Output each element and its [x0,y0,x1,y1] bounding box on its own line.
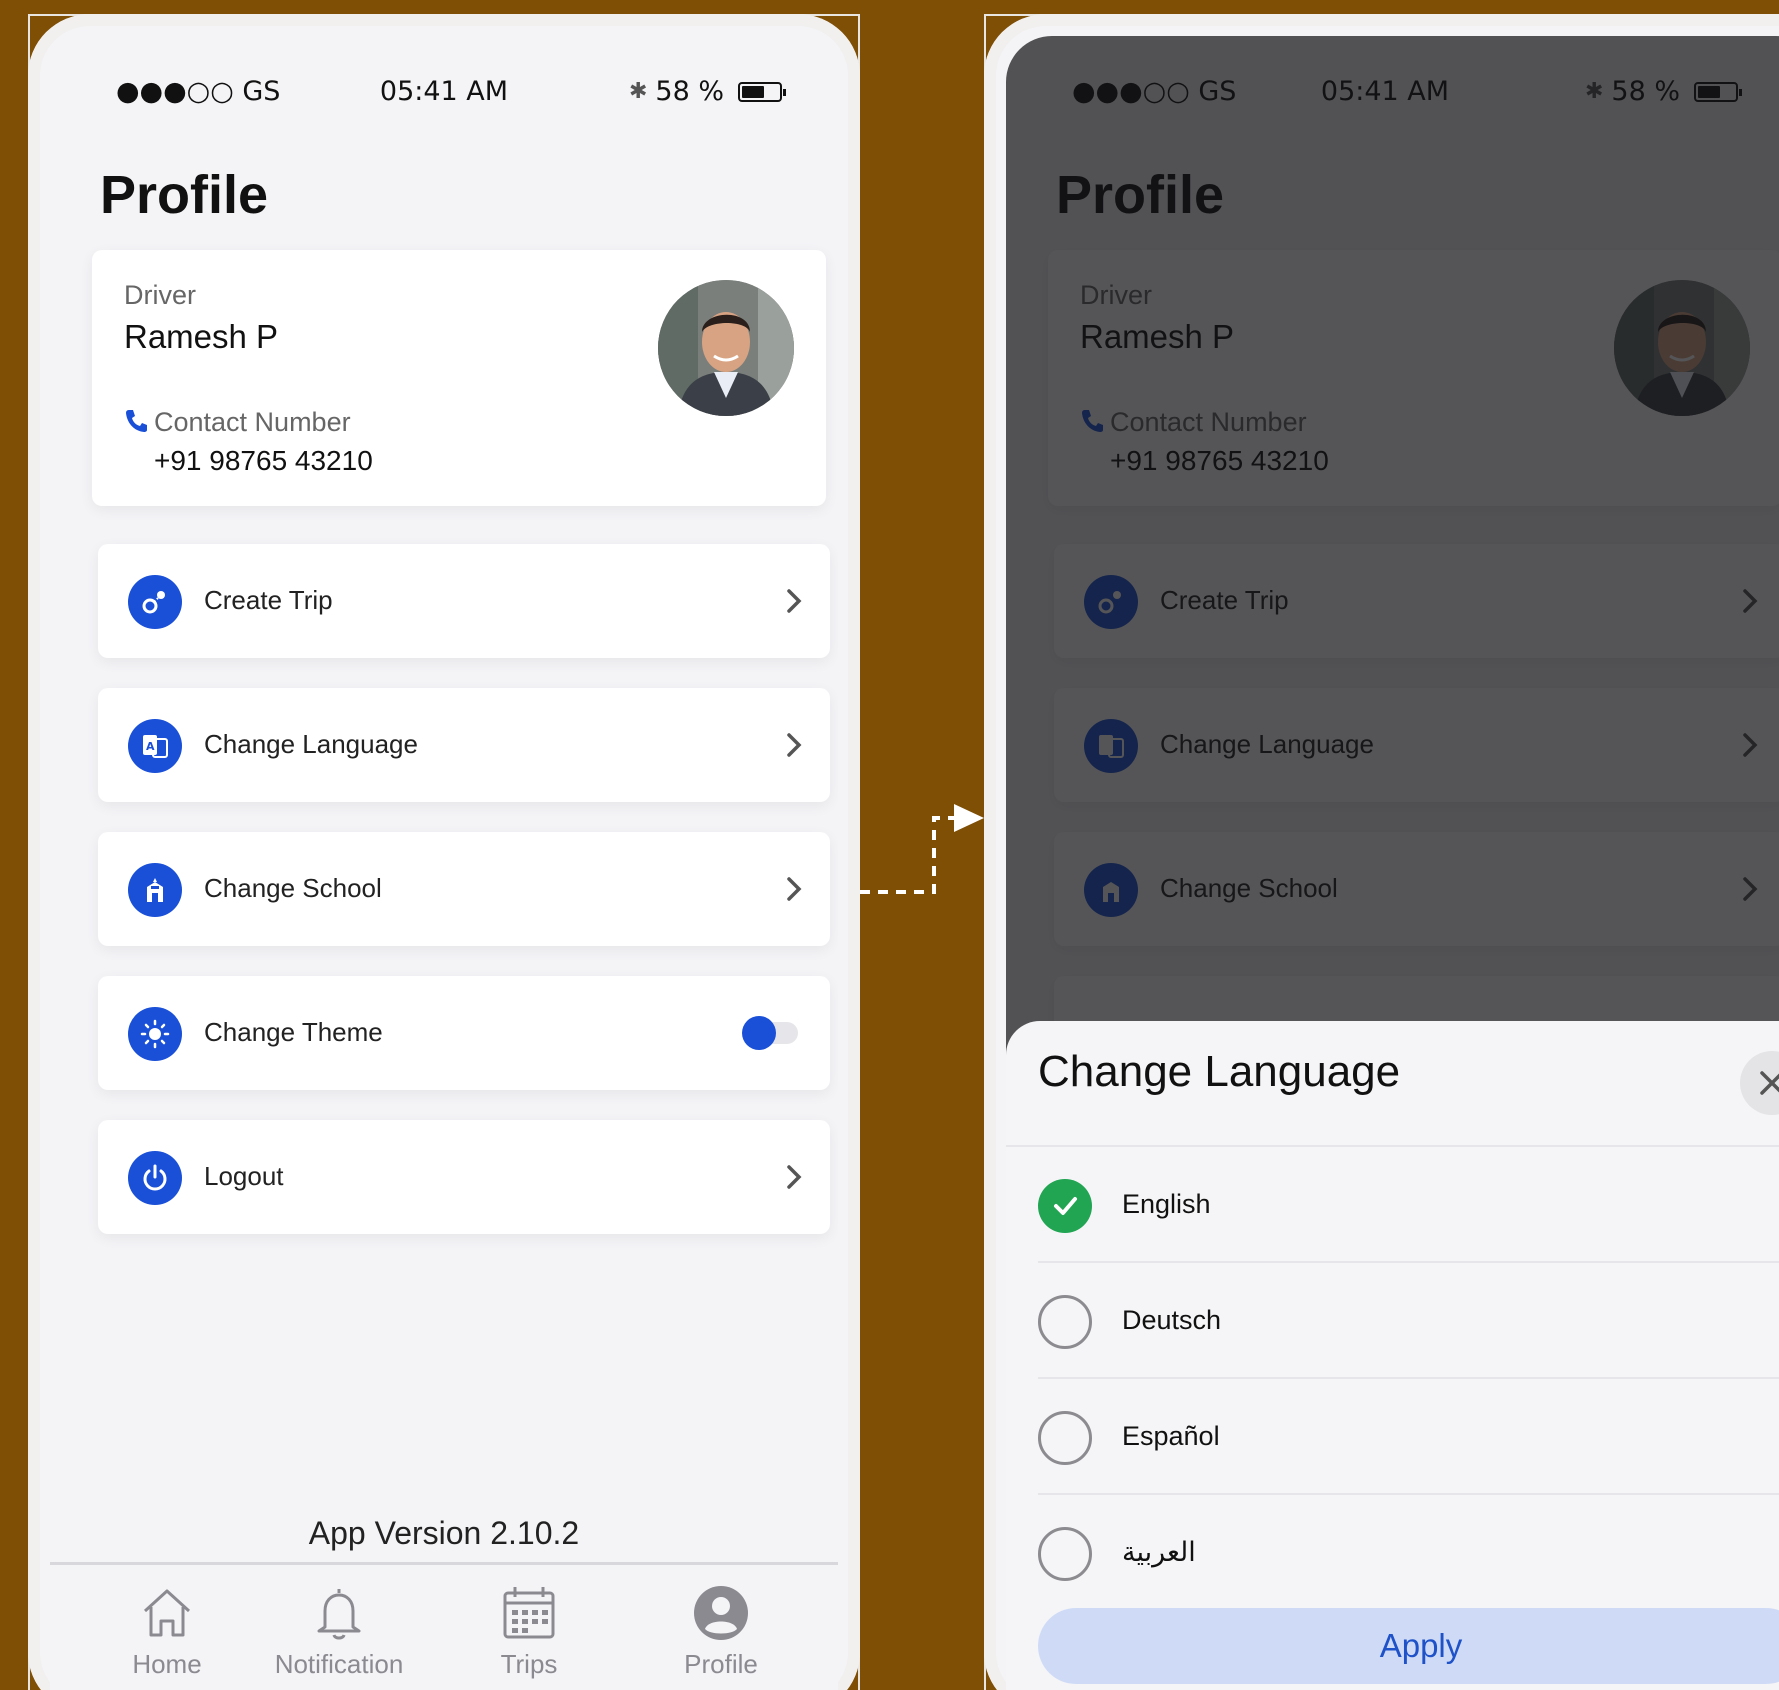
language-label: Español [1122,1421,1220,1451]
language-option-deutsch[interactable]: Deutsch [1038,1263,1779,1379]
screen: ●●●○○ GS 05:41 AM ✱ 58 % Profile Driver … [50,36,838,1690]
contact-value: +91 98765 43210 [154,445,373,476]
power-icon [128,1151,182,1205]
screen: ●●●○○ GS 05:41 AM ✱ 58 % Profile Driver … [1006,36,1779,1690]
sheet-title: Change Language [1038,1047,1401,1096]
profile-name: Ramesh P [124,318,279,355]
language-label: English [1122,1189,1211,1219]
avatar[interactable] [658,280,794,416]
battery-percent: 58 % [655,76,724,107]
tab-notification[interactable]: Notification [254,1583,424,1680]
flow-connector-arrow [860,804,984,894]
toggle-knob [742,1016,776,1050]
menu-label-change-theme: Change Theme [204,1017,383,1047]
tab-home[interactable]: Home [82,1583,252,1680]
tab-label-notification: Notification [274,1649,404,1679]
sun-icon [128,1007,182,1061]
app-version: App Version 2.10.2 [308,1515,580,1551]
chevron-right-icon [787,877,802,901]
translate-icon: A [128,719,182,773]
theme-toggle[interactable] [742,1016,800,1050]
page-title: Profile [100,165,269,225]
route-pin-icon [128,575,182,629]
radio-checked[interactable] [1038,1179,1092,1233]
menu-label-change-school: Change School [204,873,382,903]
phone-icon [126,410,147,432]
calendar-icon [503,1587,555,1639]
check-icon [1054,1197,1077,1215]
bottom-tab-bar: Home Notification Trips Profile [50,1562,838,1690]
menu-item-create-trip[interactable]: Create Trip [98,544,830,658]
school-icon [128,863,182,917]
language-option-espanol[interactable]: Español [1038,1379,1779,1495]
profile-card: Driver Ramesh P Contact Number +91 98765… [92,250,826,506]
user-icon [694,1586,748,1640]
tab-profile[interactable]: Profile [636,1583,806,1680]
language-option-arabic[interactable]: العربية [1038,1495,1779,1611]
change-language-sheet: Change Language English Deutsch Español [1006,1021,1779,1690]
chevron-right-icon [787,733,802,757]
menu-item-change-theme[interactable]: Change Theme [98,976,830,1090]
tab-label-profile: Profile [684,1649,758,1679]
home-icon [143,1589,191,1637]
menu-item-change-school[interactable]: Change School [98,832,830,946]
language-label: Deutsch [1122,1305,1222,1335]
phone-language-sheet-screen: ●●●○○ GS 05:41 AM ✱ 58 % Profile Driver … [984,14,1779,1690]
menu-label-change-language: Change Language [204,729,418,759]
radio-unchecked[interactable] [1038,1527,1092,1581]
close-button[interactable] [1740,1051,1779,1115]
bluetooth-icon: ✱ [628,79,648,104]
bell-icon [317,1589,361,1640]
battery-icon [738,81,786,102]
profile-role: Driver [124,280,196,310]
language-label: العربية [1122,1537,1196,1568]
menu-label-create-trip: Create Trip [204,585,333,615]
close-icon [1760,1071,1779,1095]
tab-label-trips: Trips [500,1649,558,1679]
radio-unchecked[interactable] [1038,1295,1092,1349]
contact-label: Contact Number [154,407,351,437]
menu-label-logout: Logout [204,1161,284,1191]
menu-item-logout[interactable]: Logout [98,1120,830,1234]
phone-profile-screen: ●●●○○ GS 05:41 AM ✱ 58 % Profile Driver … [28,14,860,1690]
chevron-right-icon [787,1165,802,1189]
language-option-english[interactable]: English [1038,1147,1779,1263]
svg-text:A: A [146,740,155,753]
battery-status: ✱ 58 % [628,76,786,107]
radio-unchecked[interactable] [1038,1411,1092,1465]
tab-label-home: Home [132,1649,202,1679]
menu-item-change-language[interactable]: A Change Language [98,688,830,802]
apply-button[interactable]: Apply [1038,1608,1779,1684]
chevron-right-icon [787,589,802,613]
status-bar: ●●●○○ GS 05:41 AM ✱ 58 % [50,76,838,116]
tab-trips[interactable]: Trips [444,1583,614,1680]
